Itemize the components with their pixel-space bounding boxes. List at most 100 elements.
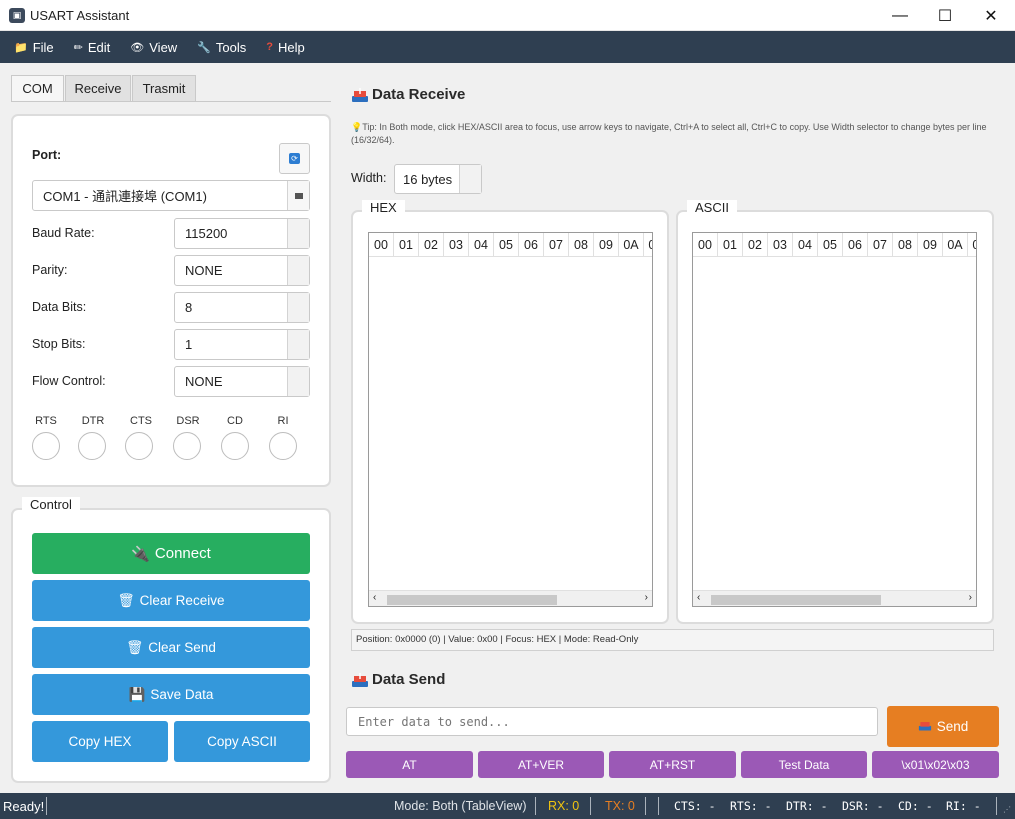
ascii-header-row: 000102030405060708090A0B <box>693 233 976 257</box>
status-separator <box>590 797 591 815</box>
copy-ascii-button[interactable]: Copy ASCII <box>174 721 310 762</box>
send-button[interactable]: Send <box>887 706 999 747</box>
dtr-label: DTR <box>81 415 105 427</box>
maximize-button[interactable]: ☐ <box>922 0 968 31</box>
data-bits-label: Data Bits: <box>32 300 87 314</box>
hex-title: HEX <box>362 200 405 215</box>
port-select[interactable]: COM1 - 通訊連接埠 (COM1) <box>32 180 310 211</box>
width-select[interactable]: 16 bytes <box>394 164 482 194</box>
dsr-label: DSR <box>176 415 200 427</box>
menu-tools[interactable]: 🔧 Tools <box>187 31 256 63</box>
close-button[interactable]: ✕ <box>968 0 1014 31</box>
clear-send-label: Clear Send <box>148 640 216 655</box>
data-bits-select[interactable]: 8 <box>174 292 310 323</box>
position-status: Position: 0x0000 (0) | Value: 0x00 | Foc… <box>351 629 994 651</box>
quick-send-at-ver[interactable]: AT+VER <box>478 751 604 778</box>
column-header: 05 <box>818 233 843 257</box>
tab-divider <box>11 101 331 102</box>
column-header: 0A <box>619 233 644 257</box>
menu-help[interactable]: ? Help <box>256 31 314 63</box>
send-tray-icon <box>918 719 932 735</box>
column-header: 01 <box>718 233 743 257</box>
chevron-down-icon <box>459 165 481 193</box>
window-title: USART Assistant <box>30 8 130 23</box>
column-header: 07 <box>868 233 893 257</box>
clear-receive-button[interactable]: 🗑 Clear Receive <box>32 580 310 621</box>
menu-file[interactable]: 📁 File <box>4 31 64 63</box>
quick-send-at[interactable]: AT <box>346 751 473 778</box>
scroll-right-icon[interactable]: › <box>969 592 972 603</box>
tab-receive[interactable]: Receive <box>65 75 131 102</box>
help-icon: ? <box>266 41 273 53</box>
tab-com[interactable]: COM <box>11 75 64 102</box>
stop-bits-select[interactable]: 1 <box>174 329 310 360</box>
column-header: 0B <box>968 233 976 257</box>
baud-rate-label: Baud Rate: <box>32 226 95 240</box>
connect-label: Connect <box>154 545 211 562</box>
minimize-button[interactable]: — <box>877 0 923 31</box>
menu-view[interactable]: 👁 View <box>120 31 187 63</box>
hex-header-row: 000102030405060708090A0B <box>369 233 652 257</box>
flow-control-value: NONE <box>185 374 223 389</box>
column-header: 07 <box>544 233 569 257</box>
port-value: COM1 - 通訊連接埠 (COM1) <box>43 189 207 204</box>
flow-control-select[interactable]: NONE <box>174 366 310 397</box>
status-dsr: DSR: - <box>842 799 884 813</box>
status-separator <box>645 797 646 815</box>
hex-table[interactable]: 000102030405060708090A0B ‹ › <box>368 232 653 607</box>
send-input[interactable] <box>346 707 878 736</box>
status-dtr: DTR: - <box>786 799 828 813</box>
width-label: Width: <box>351 171 387 185</box>
connect-button[interactable]: 🔌 Connect <box>32 533 310 574</box>
save-data-button[interactable]: 💾 Save Data <box>32 674 310 715</box>
status-cts: CTS: - <box>674 799 716 813</box>
ascii-title: ASCII <box>687 200 737 215</box>
dsr-indicator <box>173 432 201 460</box>
control-title: Control <box>22 497 80 512</box>
size-grip-icon[interactable]: ⋰ <box>1003 805 1013 817</box>
column-header: 08 <box>893 233 918 257</box>
quick-send-at-rst[interactable]: AT+RST <box>609 751 736 778</box>
cd-label: CD <box>227 415 243 427</box>
ascii-horizontal-scrollbar[interactable]: ‹ › <box>693 590 976 606</box>
refresh-ports-button[interactable]: ⟳ <box>279 143 310 174</box>
floppy-disk-icon: 💾 <box>128 686 146 702</box>
baud-rate-select[interactable]: 115200 <box>174 218 310 249</box>
port-label: Port: <box>32 148 62 162</box>
scroll-left-icon[interactable]: ‹ <box>697 592 700 603</box>
cts-label: CTS <box>130 415 152 427</box>
parity-select[interactable]: NONE <box>174 255 310 286</box>
status-bar: Ready! Mode: Both (TableView) RX: 0 TX: … <box>0 793 1015 819</box>
title-bar: ▣ USART Assistant — ☐ ✕ <box>0 0 1015 31</box>
hex-horizontal-scrollbar[interactable]: ‹ › <box>369 590 652 606</box>
scroll-left-icon[interactable]: ‹ <box>373 592 376 603</box>
width-value: 16 bytes <box>403 171 453 187</box>
ri-indicator <box>269 432 297 460</box>
status-tx: TX: 0 <box>605 799 635 813</box>
copy-hex-button[interactable]: Copy HEX <box>32 721 168 762</box>
parity-value: NONE <box>185 263 223 278</box>
status-separator <box>996 797 997 815</box>
refresh-icon: ⟳ <box>289 153 300 164</box>
data-receive-title: Data Receive <box>372 86 466 103</box>
column-header: 03 <box>444 233 469 257</box>
ascii-scroll-thumb[interactable] <box>711 595 881 605</box>
hex-scroll-thumb[interactable] <box>387 595 557 605</box>
quick-send-bytes[interactable]: \x01\x02\x03 <box>872 751 999 778</box>
stop-bits-value: 1 <box>185 337 193 352</box>
receive-tip: 💡Tip: In Both mode, click HEX/ASCII area… <box>351 121 991 147</box>
app-icon: ▣ <box>9 8 25 23</box>
scroll-right-icon[interactable]: › <box>645 592 648 603</box>
quick-send-test-data[interactable]: Test Data <box>741 751 867 778</box>
send-tray-icon <box>351 672 369 689</box>
status-ready: Ready! <box>3 798 45 814</box>
data-send-title: Data Send <box>372 671 446 688</box>
column-header: 0B <box>644 233 652 257</box>
menu-edit[interactable]: ✏ Edit <box>64 31 121 63</box>
tab-transmit[interactable]: Trasmit <box>132 75 196 102</box>
column-header: 04 <box>793 233 818 257</box>
ascii-table[interactable]: 000102030405060708090A0B ‹ › <box>692 232 977 607</box>
tip-text: Tip: In Both mode, click HEX/ASCII area … <box>351 122 987 145</box>
chevron-down-icon <box>287 293 309 322</box>
clear-send-button[interactable]: 🗑 Clear Send <box>32 627 310 668</box>
